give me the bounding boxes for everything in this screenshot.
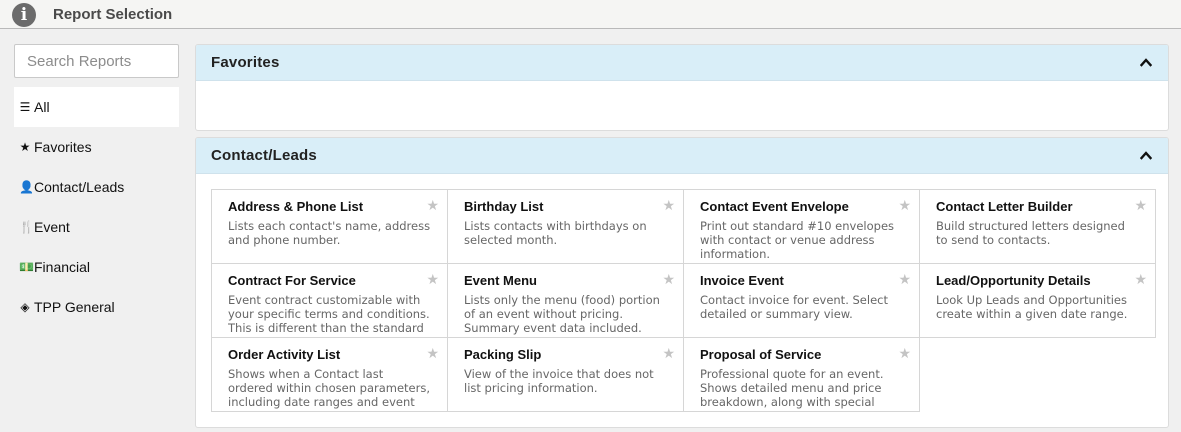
- favorite-star-icon[interactable]: ★: [662, 198, 675, 212]
- favorite-star-icon[interactable]: ★: [426, 346, 439, 360]
- favorites-panel: Favorites: [195, 44, 1169, 131]
- report-description: View of the invoice that does not list p…: [464, 367, 654, 395]
- report-name: Order Activity List: [228, 347, 341, 362]
- report-description: Look Up Leads and Opportunities create w…: [936, 293, 1128, 321]
- report-name: Packing Slip: [464, 347, 542, 362]
- report-description: Professional quote for an event. Shows d…: [700, 367, 884, 409]
- report-name: Address & Phone List: [228, 199, 364, 214]
- report-card[interactable]: Proposal of Service Professional quote fo…: [683, 337, 920, 412]
- sidebar-item-financial[interactable]: 💵 Financial: [14, 247, 179, 287]
- report-card[interactable]: Contact Event Envelope Print out standard…: [683, 189, 920, 264]
- star-icon: ★: [19, 140, 31, 154]
- report-card[interactable]: Lead/Opportunity Details Look Up Leads an…: [919, 263, 1156, 338]
- report-card[interactable]: Birthday List Lists contacts with birthda…: [447, 189, 684, 264]
- favorites-panel-header[interactable]: Favorites: [196, 45, 1168, 81]
- sidebar-item-label: Contact/Leads: [34, 179, 125, 195]
- report-description: Lists only the menu (food) portion of an…: [464, 293, 660, 335]
- sidebar-item-label: TPP General: [34, 299, 115, 315]
- sidebar-item-label: Favorites: [34, 139, 92, 155]
- sidebar-item-label: All: [34, 99, 50, 115]
- favorite-star-icon[interactable]: ★: [426, 272, 439, 286]
- sidebar-item-tpp-general[interactable]: ◈ TPP General: [14, 287, 179, 327]
- favorite-star-icon[interactable]: ★: [662, 272, 675, 286]
- report-description: Event contract customizable with your sp…: [228, 293, 430, 335]
- report-name: Lead/Opportunity Details: [936, 273, 1091, 288]
- contact-leads-panel: Contact/Leads Address & Phone List Lists …: [195, 137, 1169, 428]
- money-icon: 💵: [19, 260, 34, 274]
- report-card[interactable]: Packing Slip View of the invoice that doe…: [447, 337, 684, 412]
- menu-icon: ☰: [19, 100, 31, 114]
- report-grid: Address & Phone List Lists each contact's…: [211, 189, 1156, 412]
- contact-leads-panel-title: Contact/Leads: [211, 147, 317, 164]
- info-icon[interactable]: i: [12, 3, 36, 27]
- cube-icon: ◈: [20, 300, 30, 314]
- report-description: Shows when a Contact last ordered within…: [228, 367, 430, 409]
- favorite-star-icon[interactable]: ★: [1134, 198, 1147, 212]
- report-name: Invoice Event: [700, 273, 784, 288]
- report-card[interactable]: Invoice Event Contact invoice for event. …: [683, 263, 920, 338]
- sidebar-item-contact-leads[interactable]: 👤 Contact/Leads: [14, 167, 179, 207]
- report-description: Print out standard #10 envelopes with co…: [700, 219, 895, 261]
- report-card[interactable]: Address & Phone List Lists each contact's…: [211, 189, 448, 264]
- report-name: Contact Letter Builder: [936, 199, 1073, 214]
- sidebar-item-all[interactable]: ☰ All: [14, 87, 179, 127]
- report-description: Build structured letters designed to sen…: [936, 219, 1125, 247]
- report-name: Proposal of Service: [700, 347, 822, 362]
- favorite-star-icon[interactable]: ★: [898, 346, 911, 360]
- user-icon: 👤: [19, 180, 34, 194]
- favorite-star-icon[interactable]: ★: [662, 346, 675, 360]
- report-name: Event Menu: [464, 273, 537, 288]
- report-description: Contact invoice for event. Select detail…: [700, 293, 888, 321]
- report-name: Birthday List: [464, 199, 544, 214]
- sidebar-item-event[interactable]: 🍴 Event: [14, 207, 179, 247]
- title-bar: i Report Selection: [0, 0, 1181, 29]
- favorite-star-icon[interactable]: ★: [898, 198, 911, 212]
- report-description: Lists each contact's name, address and p…: [228, 219, 431, 247]
- report-name: Contact Event Envelope: [700, 199, 849, 214]
- window-title: Report Selection: [53, 6, 173, 23]
- report-name: Contract For Service: [228, 273, 356, 288]
- search-input[interactable]: [14, 44, 179, 78]
- sidebar-item-favorites[interactable]: ★ Favorites: [14, 127, 179, 167]
- contact-leads-panel-header[interactable]: Contact/Leads: [196, 138, 1168, 174]
- favorites-panel-title: Favorites: [211, 54, 280, 71]
- report-description: Lists contacts with birthdays on selecte…: [464, 219, 647, 247]
- report-card[interactable]: Contract For Service Event contract custo…: [211, 263, 448, 338]
- report-card[interactable]: Order Activity List Shows when a Contact …: [211, 337, 448, 412]
- favorite-star-icon[interactable]: ★: [1134, 272, 1147, 286]
- utensils-icon: 🍴: [19, 220, 34, 234]
- favorite-star-icon[interactable]: ★: [426, 198, 439, 212]
- sidebar-item-label: Event: [34, 219, 70, 235]
- chevron-up-icon[interactable]: [1140, 150, 1152, 160]
- chevron-up-icon[interactable]: [1140, 57, 1152, 67]
- favorite-star-icon[interactable]: ★: [898, 272, 911, 286]
- report-card[interactable]: Contact Letter Builder Build structured l…: [919, 189, 1156, 264]
- sidebar-item-label: Financial: [34, 259, 91, 275]
- report-card[interactable]: Event Menu Lists only the menu (food) por…: [447, 263, 684, 338]
